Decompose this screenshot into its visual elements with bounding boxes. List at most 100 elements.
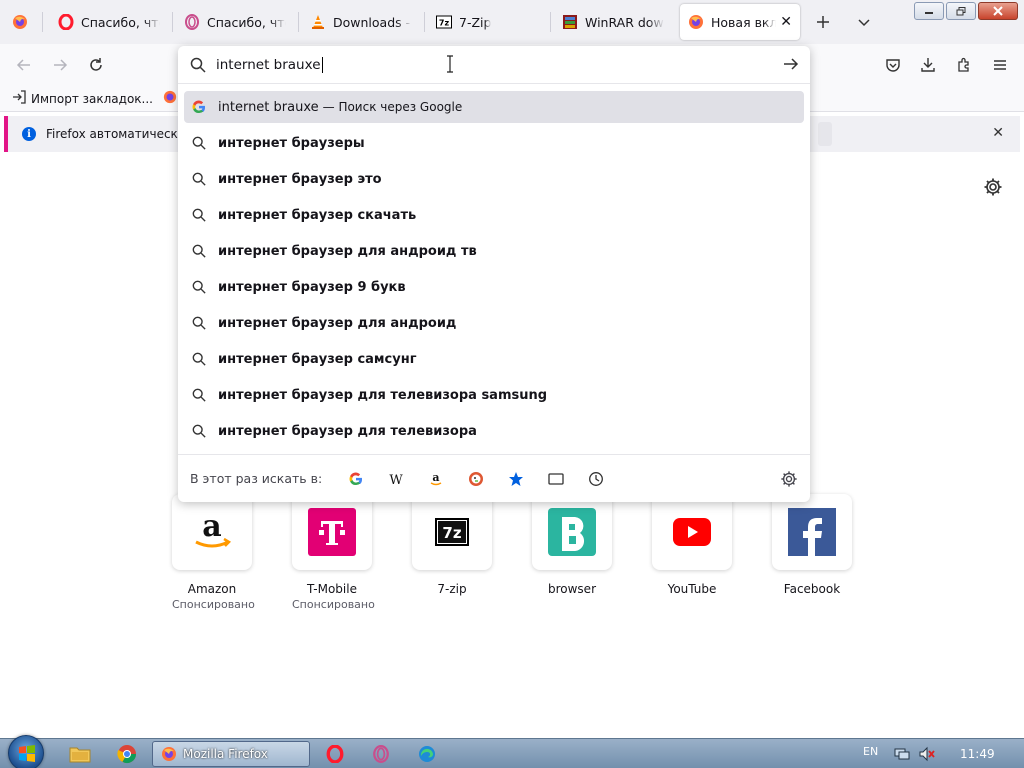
tab-opera-thanks[interactable]: Спасибо, что за <box>50 4 168 40</box>
top-site-tmobile[interactable]: T-Mobile Спонсировано <box>292 494 375 611</box>
urlbar-input[interactable]: internet brauxe <box>178 46 810 84</box>
network-icon[interactable] <box>890 743 914 765</box>
newtab-settings-gear-icon[interactable] <box>983 177 1003 197</box>
search-settings-gear-icon[interactable] <box>780 470 798 491</box>
top-site-tile[interactable] <box>772 494 852 570</box>
search-icon <box>191 423 207 439</box>
top-site-facebook[interactable]: Facebook <box>772 494 852 596</box>
top-site-name: Amazon <box>187 582 237 596</box>
tab-opera-gx-thanks[interactable]: Спасибо, что за <box>176 4 294 40</box>
tab-separator <box>172 12 173 32</box>
top-site-tile[interactable] <box>292 494 372 570</box>
suggestion-text: интернет браузер самсунг <box>218 351 417 367</box>
windows-taskbar: Mozilla Firefox EN 11:49 <box>0 735 1024 768</box>
close-tab-icon[interactable]: ✕ <box>780 14 792 30</box>
history-icon[interactable] <box>576 464 616 494</box>
google-icon[interactable] <box>336 464 376 494</box>
close-window-button[interactable] <box>978 2 1018 20</box>
minimize-button[interactable] <box>914 2 944 20</box>
tab-separator <box>42 12 43 32</box>
sponsored-label: Спонсировано <box>292 598 375 611</box>
duckduckgo-icon[interactable] <box>456 464 496 494</box>
top-site-amazon[interactable]: a Amazon Спонсировано <box>172 494 255 611</box>
suggestion-item[interactable]: интернет браузер это <box>184 163 804 195</box>
suggestion-text: интернет браузер для телевизора <box>218 423 477 439</box>
top-site-name: 7-zip <box>437 582 467 596</box>
search-icon <box>191 315 207 331</box>
downloads-icon[interactable] <box>917 54 939 76</box>
tabs-icon[interactable] <box>536 464 576 494</box>
tab-winrar[interactable]: WinRAR downlo <box>554 4 672 40</box>
tab-new-tab[interactable]: Новая вкладк ✕ <box>680 4 800 40</box>
reload-icon[interactable] <box>85 54 107 76</box>
import-icon <box>12 90 26 107</box>
7zip-logo-icon: 7z <box>435 518 469 546</box>
tab-separator <box>424 12 425 32</box>
bookmark-import[interactable]: Импорт закладок... <box>12 90 153 107</box>
top-site-tile[interactable] <box>532 494 612 570</box>
top-site-browser[interactable]: browser <box>532 494 612 596</box>
firefox-icon <box>161 746 177 762</box>
amazon-icon[interactable]: a <box>416 464 456 494</box>
google-icon <box>191 99 207 115</box>
top-site-tile[interactable]: 7z <box>412 494 492 570</box>
tab-vlc-downloads[interactable]: Downloads - Vi <box>302 4 420 40</box>
bookmarks-star-icon[interactable] <box>496 464 536 494</box>
suggestion-item[interactable]: интернет браузер для телевизора samsung <box>184 379 804 411</box>
suggestion-item[interactable]: интернет браузер для андроид <box>184 307 804 339</box>
suggestion-text: интернет браузер скачать <box>218 207 417 223</box>
system-clock[interactable]: 11:49 <box>960 747 995 761</box>
opera-gx-icon[interactable] <box>369 743 393 765</box>
extensions-icon[interactable] <box>953 54 975 76</box>
url-query-text: internet brauxe <box>216 56 321 73</box>
tab-firefox-view[interactable] <box>4 4 38 40</box>
search-icon <box>190 57 206 73</box>
window-controls <box>914 2 1018 20</box>
notification-button[interactable] <box>818 122 832 146</box>
restore-button[interactable] <box>946 2 976 20</box>
hamburger-menu-icon[interactable] <box>989 54 1011 76</box>
opera-icon <box>58 14 74 30</box>
top-site-youtube[interactable]: YouTube <box>652 494 732 596</box>
pocket-icon[interactable] <box>882 54 904 76</box>
top-site-name: Facebook <box>783 582 841 596</box>
search-icon <box>191 243 207 259</box>
explorer-folder-icon[interactable] <box>68 743 92 765</box>
list-tabs-chevron-icon[interactable] <box>853 11 875 33</box>
urlbar-dropdown: internet brauxe internet brauxe — Поиск … <box>178 46 810 502</box>
suggestion-google-search[interactable]: internet brauxe — Поиск через Google <box>184 91 804 123</box>
suggestion-item[interactable]: интернет браузер для андроид тв <box>184 235 804 267</box>
search-with-label: В этот раз искать в: <box>190 471 323 486</box>
suggestion-item[interactable]: интернет браузер 9 букв <box>184 271 804 303</box>
top-site-7zip[interactable]: 7z 7-zip <box>412 494 492 596</box>
chrome-icon[interactable] <box>115 743 139 765</box>
back-arrow-icon[interactable] <box>13 54 35 76</box>
start-button[interactable] <box>8 735 44 768</box>
suggestion-item[interactable]: интернет браузер самсунг <box>184 343 804 375</box>
forward-arrow-icon[interactable] <box>49 54 71 76</box>
wikipedia-icon[interactable]: W <box>376 464 416 494</box>
info-icon: i <box>22 127 36 141</box>
close-notification-icon[interactable]: ✕ <box>992 125 1004 141</box>
volume-muted-icon[interactable] <box>915 743 939 765</box>
top-site-name: browser <box>547 582 596 596</box>
tab-7zip[interactable]: 7z 7-Zip <box>428 4 546 40</box>
go-arrow-icon[interactable] <box>782 55 800 76</box>
opera-icon[interactable] <box>323 743 347 765</box>
language-indicator[interactable]: EN <box>863 745 878 758</box>
sponsored-label: Спонсировано <box>172 598 255 611</box>
new-tab-plus-icon[interactable] <box>812 11 834 33</box>
search-icon <box>191 171 207 187</box>
suggestion-item[interactable]: интернет браузеры <box>184 127 804 159</box>
suggestion-item[interactable]: интернет браузер для телевизора <box>184 415 804 447</box>
svg-text:a: a <box>433 471 440 484</box>
svg-text:7z: 7z <box>442 524 461 542</box>
top-site-tile[interactable]: a <box>172 494 252 570</box>
search-icon <box>191 387 207 403</box>
suggestion-text: интернет браузер 9 букв <box>218 279 406 295</box>
edge-icon[interactable] <box>415 743 439 765</box>
tab-label: Спасибо, что за <box>207 14 286 30</box>
taskbar-firefox-task[interactable]: Mozilla Firefox <box>152 741 310 767</box>
suggestion-item[interactable]: интернет браузер скачать <box>184 199 804 231</box>
top-site-tile[interactable] <box>652 494 732 570</box>
